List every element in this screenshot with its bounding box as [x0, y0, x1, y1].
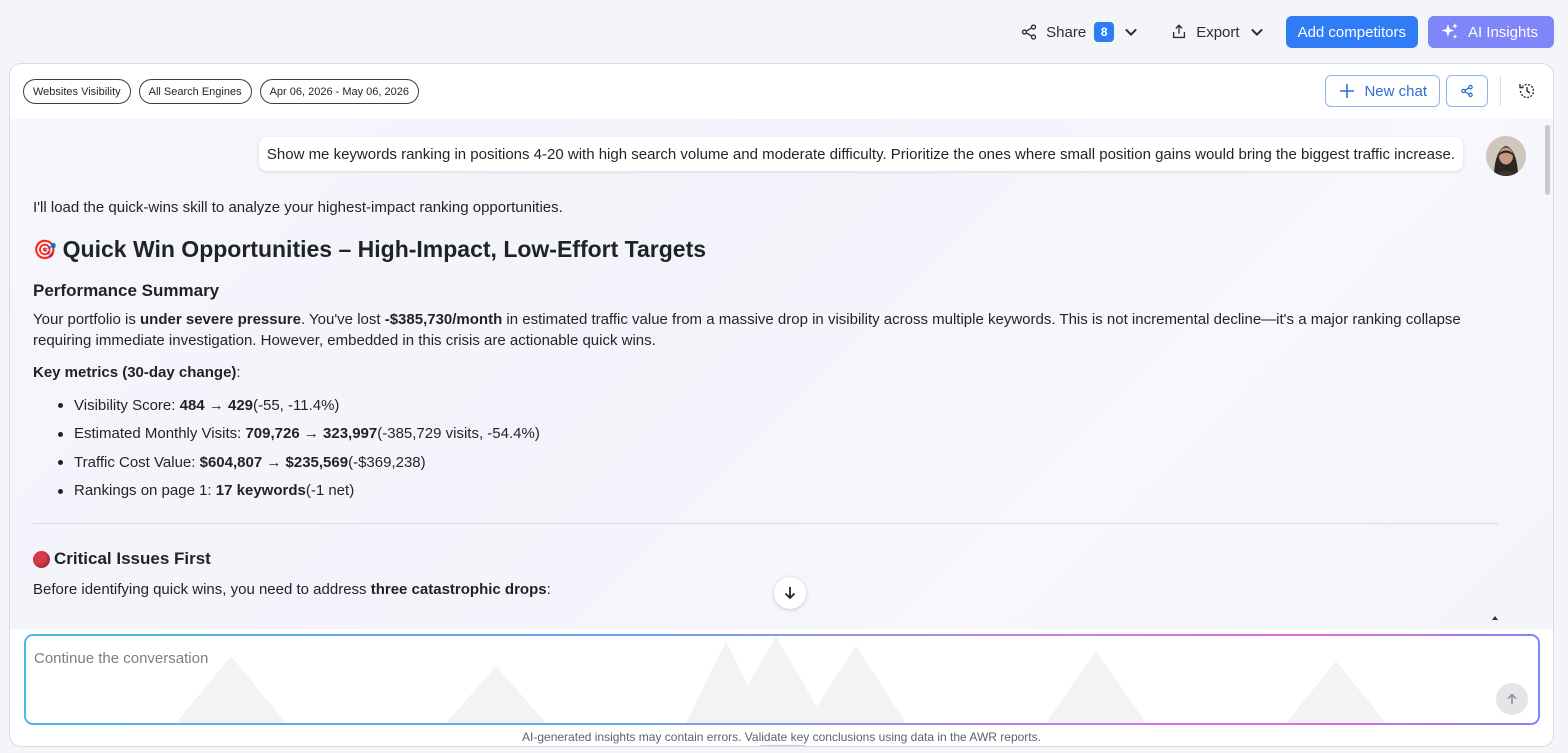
list-item: Estimated Monthly Visits: 709,726 → 323,… [53, 420, 540, 449]
metric-value: 484 → 429 [179, 396, 253, 414]
summary-paragraph: Your portfolio is under severe pressure.… [33, 309, 1498, 351]
summary-bold: -$385,730/month [384, 311, 503, 328]
scroll-to-bottom-button[interactable] [774, 577, 806, 609]
arrow-up-icon [1507, 693, 1517, 705]
metric-delta: (-385,729 visits, -54.4%) [377, 425, 540, 443]
header-divider [1500, 76, 1501, 106]
list-item: Traffic Cost Value: $604,807 → $235,569 … [53, 448, 540, 477]
ai-insights-label: AI Insights [1467, 23, 1538, 41]
critical-bold: three catastrophic drops [370, 581, 547, 598]
metric-label: Traffic Cost Value: [74, 453, 196, 471]
sparkles-icon [1441, 23, 1458, 40]
critical-text: : [546, 581, 551, 598]
response-title: 🎯 Quick Win Opportunities – High-Impact,… [33, 236, 706, 263]
metric-label: Estimated Monthly Visits: [74, 425, 242, 443]
project-filter-pill[interactable]: Websites Visibility [23, 79, 131, 104]
chevron-down-icon [1125, 28, 1138, 37]
share-icon [1461, 84, 1473, 98]
add-competitors-button[interactable]: Add competitors [1285, 16, 1418, 48]
history-button[interactable] [1513, 77, 1541, 105]
ai-chat-panel: Websites Visibility All Search Engines A… [9, 63, 1554, 747]
metrics-heading-colon: : [236, 364, 241, 381]
ai-disclaimer: AI-generated insights may contain errors… [522, 730, 1041, 744]
metric-delta: (-$369,238) [348, 453, 426, 471]
share-count-badge: 8 [1094, 22, 1115, 42]
resize-handle[interactable] [760, 745, 806, 746]
chat-header: Websites Visibility All Search Engines A… [10, 64, 1553, 119]
engines-filter-pill[interactable]: All Search Engines [138, 79, 252, 104]
chat-input-container [24, 634, 1540, 725]
summary-text: Your portfolio is [33, 311, 141, 328]
metrics-heading: Key metrics (30-day change): [33, 362, 1498, 383]
metric-value: 709,726 → 323,997 [245, 425, 378, 443]
plus-icon [1340, 84, 1355, 98]
critical-paragraph: Before identifying quick wins, you need … [33, 579, 1498, 600]
metric-value: 17 keywords [215, 482, 306, 500]
metric-label: Rankings on page 1: [74, 482, 212, 500]
share-label: Share [1046, 23, 1087, 41]
share-icon [1022, 24, 1037, 40]
metric-label: Visibility Score: [74, 396, 176, 414]
share-chat-button[interactable] [1446, 75, 1488, 107]
ai-insights-button[interactable]: AI Insights [1427, 16, 1554, 48]
chat-header-actions: New chat [1325, 75, 1541, 107]
export-button[interactable]: Export [1160, 16, 1275, 48]
new-chat-label: New chat [1364, 82, 1427, 100]
history-icon [1519, 83, 1535, 99]
metrics-list: Visibility Score: 484 → 429 (-55, -11.4%… [53, 391, 540, 505]
chat-input[interactable] [26, 636, 1538, 723]
list-item: Visibility Score: 484 → 429 (-55, -11.4%… [53, 391, 540, 420]
caret-up-icon [1492, 616, 1498, 620]
metrics-heading-text: Key metrics (30-day change) [33, 364, 237, 381]
critical-heading-text: Critical Issues First [54, 549, 211, 568]
chat-input-box [26, 636, 1538, 723]
top-toolbar: Share 8 Export Add competitors AI Insigh… [0, 0, 1568, 64]
critical-text: Before identifying quick wins, you need … [33, 581, 371, 598]
red-circle-icon [33, 550, 50, 568]
summary-text: . You've lost [300, 311, 385, 328]
new-chat-button[interactable]: New chat [1325, 75, 1440, 107]
critical-heading: Critical Issues First [33, 549, 211, 569]
chat-messages[interactable]: Show me keywords ranking in positions 4-… [10, 119, 1553, 629]
date-range-pill[interactable]: Apr 06, 2026 - May 06, 2026 [259, 79, 420, 104]
user-message: Show me keywords ranking in positions 4-… [258, 137, 1463, 171]
metric-value: $604,807 → $235,569 [199, 453, 349, 471]
metric-delta: (-1 net) [305, 482, 355, 500]
chevron-down-icon [1250, 28, 1263, 37]
response-title-text: Quick Win Opportunities – High-Impact, L… [62, 236, 707, 262]
section-divider [33, 523, 1498, 524]
chat-scrollbar[interactable] [1545, 125, 1550, 195]
assistant-intro: I'll load the quick-wins skill to analyz… [33, 199, 563, 216]
export-label: Export [1196, 23, 1240, 41]
arrow-down-icon [784, 587, 796, 600]
share-button[interactable]: Share 8 [1010, 16, 1150, 48]
user-avatar-icon [1486, 136, 1526, 176]
list-item: Rankings on page 1: 17 keywords (-1 net) [53, 477, 540, 506]
avatar [1486, 136, 1526, 176]
export-icon [1173, 24, 1186, 39]
summary-heading: Performance Summary [33, 281, 220, 300]
target-icon: 🎯 [33, 239, 57, 261]
summary-bold: under severe pressure [140, 311, 301, 328]
send-button[interactable] [1496, 683, 1528, 715]
metric-delta: (-55, -11.4%) [253, 396, 340, 414]
